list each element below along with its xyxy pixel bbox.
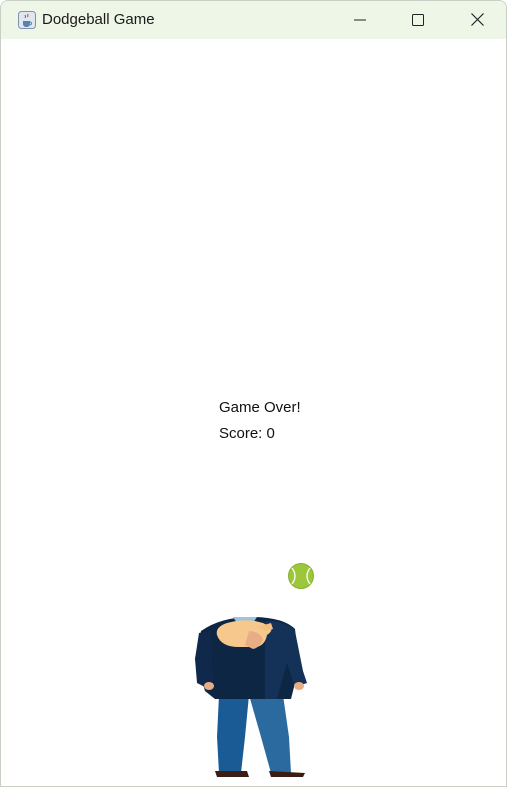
minimize-icon <box>354 11 366 30</box>
game-over-text: Game Over! <box>219 399 301 416</box>
tennis-ball <box>288 563 314 589</box>
app-window: Dodgeball Game Game Over! Score: 0 <box>0 0 507 787</box>
close-button[interactable] <box>454 1 500 39</box>
close-icon <box>470 11 484 30</box>
maximize-icon <box>412 11 424 30</box>
minimize-button[interactable] <box>337 1 383 39</box>
game-canvas[interactable]: Game Over! Score: 0 <box>1 39 506 786</box>
title-bar[interactable]: Dodgeball Game <box>1 1 506 39</box>
maximize-button[interactable] <box>395 1 441 39</box>
player-character <box>195 617 307 777</box>
score-text: Score: 0 <box>219 425 275 442</box>
java-cup-icon <box>18 11 36 29</box>
window-title: Dodgeball Game <box>42 11 155 28</box>
